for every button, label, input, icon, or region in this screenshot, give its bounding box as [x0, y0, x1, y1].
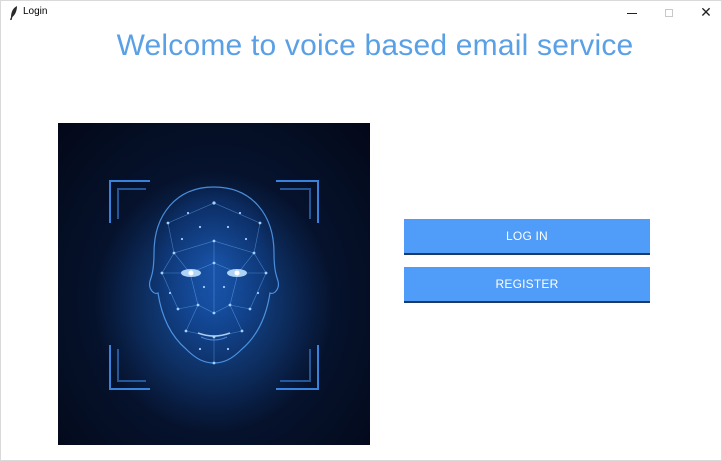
minimize-icon [627, 12, 637, 14]
register-button[interactable]: REGISTER [404, 267, 650, 303]
page-title: Welcome to voice based email service [116, 29, 634, 62]
face-scan-illustration [94, 173, 334, 433]
login-button[interactable]: LOG IN [404, 219, 650, 255]
close-icon: ✕ [700, 5, 712, 21]
maximize-button[interactable] [652, 1, 686, 25]
window-title: Login [23, 6, 48, 17]
login-window: Login ✕ Welcome to voice based email ser… [0, 0, 722, 461]
minimize-button[interactable] [615, 1, 649, 25]
face-scan-image [58, 123, 370, 445]
title-bar: Login ✕ [1, 1, 721, 25]
close-button[interactable]: ✕ [689, 1, 722, 25]
maximize-icon [665, 9, 673, 17]
feather-icon [10, 6, 17, 20]
